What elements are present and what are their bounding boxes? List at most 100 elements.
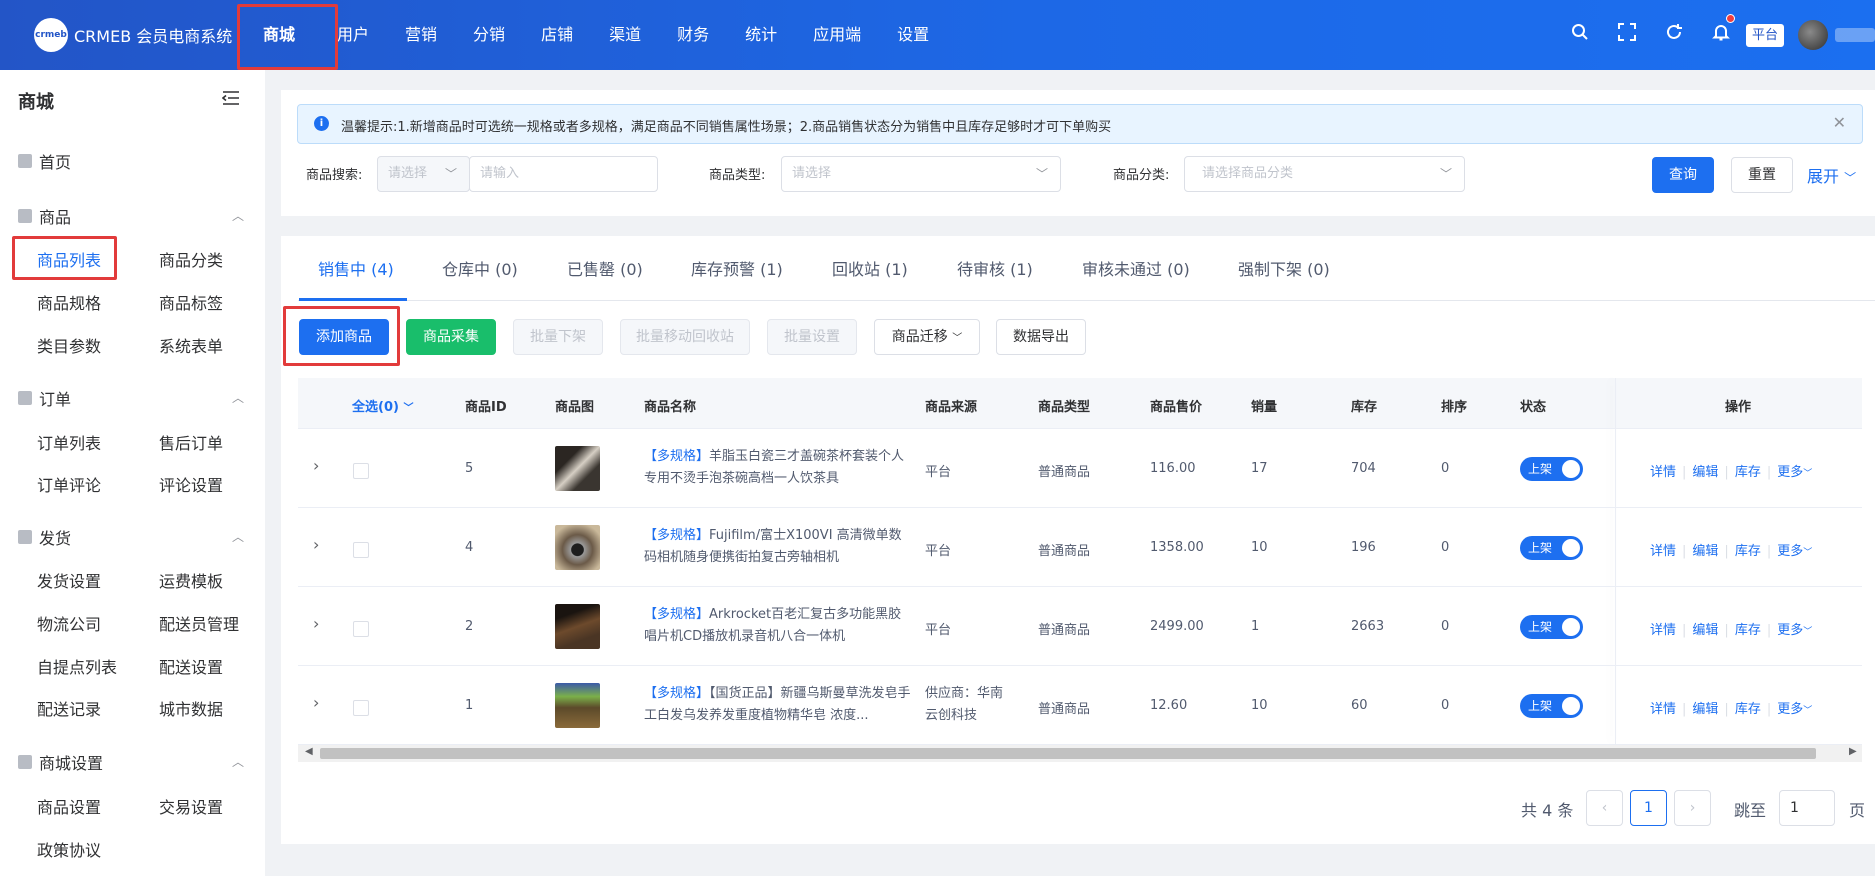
sidebar-item-order-reviews[interactable]: 订单评论 (37, 472, 101, 496)
reset-button[interactable]: 重置 (1731, 157, 1793, 193)
category-select[interactable]: 请选择商品分类 ﹀ (1184, 156, 1465, 192)
more-dropdown[interactable]: 更多﹀ (1777, 623, 1812, 638)
sidebar-item-goods-settings[interactable]: 商品设置 (37, 794, 101, 818)
sidebar-item-order-list[interactable]: 订单列表 (37, 430, 101, 454)
row-checkbox[interactable] (353, 542, 369, 558)
nav-item-settings[interactable]: 设置 (879, 0, 947, 70)
nav-item-mall[interactable]: 商城 (239, 0, 319, 70)
next-page-button[interactable]: › (1674, 790, 1711, 826)
tab-review-rejected[interactable]: 审核未通过 (0) (1082, 256, 1190, 280)
sidebar-item-review-settings[interactable]: 评论设置 (159, 472, 223, 496)
sidebar-item-logistics[interactable]: 物流公司 (37, 611, 101, 635)
nav-item-finance[interactable]: 财务 (659, 0, 727, 70)
cell-product-name[interactable]: 【多规格】Fujifilm/富士X100VI 高清微单数码相机随身便携街拍复古旁… (644, 525, 914, 569)
cell-product-name[interactable]: 【多规格】羊脂玉白瓷三才盖碗茶杯套装个人专用不烫手泡茶碗高档一人饮茶具 (644, 446, 914, 490)
detail-link[interactable]: 详情 (1650, 465, 1676, 480)
sidebar-group-orders[interactable]: 订单 (18, 386, 71, 410)
page-1-button[interactable]: 1 (1630, 790, 1667, 826)
scrollbar-thumb[interactable] (320, 748, 1816, 759)
tab-on-sale[interactable]: 销售中 (4) (318, 256, 394, 280)
close-icon[interactable]: ✕ (1833, 113, 1846, 132)
sidebar-item-delivery-settings[interactable]: 配送设置 (159, 654, 223, 678)
nav-item-user[interactable]: 用户 (319, 0, 387, 70)
search-input[interactable]: 请输入 (469, 156, 658, 192)
status-toggle[interactable]: 上架 (1520, 536, 1583, 560)
sidebar-item-goods-category[interactable]: 商品分类 (159, 247, 223, 271)
tab-sold-out[interactable]: 已售罄 (0) (567, 256, 643, 280)
sidebar-group-shipping[interactable]: 发货 (18, 525, 71, 549)
tab-forced-offline[interactable]: 强制下架 (0) (1238, 256, 1330, 280)
nav-item-distribution[interactable]: 分销 (455, 0, 523, 70)
sidebar-item-pickup-points[interactable]: 自提点列表 (37, 654, 117, 678)
sidebar-item-system-form[interactable]: 系统表单 (159, 333, 223, 357)
sidebar-item-after-sale[interactable]: 售后订单 (159, 430, 223, 454)
sidebar-item-goods-list[interactable]: 商品列表 (37, 247, 101, 271)
nav-item-stats[interactable]: 统计 (727, 0, 795, 70)
chevron-right-icon[interactable]: › (313, 614, 319, 633)
search-type-select[interactable]: 请选择 ﹀ (377, 156, 470, 192)
stock-link[interactable]: 库存 (1735, 623, 1761, 638)
cell-product-name[interactable]: 【多规格】Arkrocket百老汇复古多功能黑胶唱片机CD播放机录音机八合一体机 (644, 604, 914, 648)
sidebar-item-city-data[interactable]: 城市数据 (159, 696, 223, 720)
sidebar-item-delivery-records[interactable]: 配送记录 (37, 696, 101, 720)
batch-settings-button[interactable]: 批量设置 (767, 319, 857, 355)
batch-offline-button[interactable]: 批量下架 (513, 319, 603, 355)
scroll-left-arrow-icon[interactable]: ◀ (305, 746, 313, 757)
fullscreen-icon[interactable] (1615, 23, 1639, 47)
chevron-up-icon[interactable]: ︿ (232, 528, 244, 545)
product-thumbnail[interactable] (555, 525, 600, 570)
edit-link[interactable]: 编辑 (1692, 623, 1718, 638)
status-toggle[interactable]: 上架 (1520, 615, 1583, 639)
chevron-right-icon[interactable]: › (313, 535, 319, 554)
export-data-button[interactable]: 数据导出 (996, 319, 1086, 355)
row-checkbox[interactable] (353, 621, 369, 637)
stock-link[interactable]: 库存 (1735, 702, 1761, 717)
nav-item-store[interactable]: 店铺 (523, 0, 591, 70)
nav-item-channel[interactable]: 渠道 (591, 0, 659, 70)
chevron-right-icon[interactable]: › (313, 456, 319, 475)
sidebar-item-policy[interactable]: 政策协议 (37, 837, 101, 861)
bell-icon[interactable] (1709, 23, 1733, 47)
avatar[interactable] (1798, 20, 1828, 50)
collect-goods-button[interactable]: 商品采集 (406, 319, 496, 355)
sidebar-item-home[interactable]: 首页 (18, 149, 71, 173)
more-dropdown[interactable]: 更多﹀ (1777, 702, 1812, 717)
select-all-dropdown[interactable]: 全选(0) ﹀ (352, 396, 413, 415)
stock-link[interactable]: 库存 (1735, 465, 1761, 480)
sidebar-item-trade-settings[interactable]: 交易设置 (159, 794, 223, 818)
chevron-up-icon[interactable]: ︿ (232, 753, 244, 770)
cell-product-name[interactable]: 【多规格】【国货正品】新疆乌斯曼草洗发皂手工白发乌发养发重度植物精华皂 浓度..… (644, 683, 914, 727)
sidebar-item-category-params[interactable]: 类目参数 (37, 333, 101, 357)
tab-recycle-bin[interactable]: 回收站 (1) (832, 256, 908, 280)
tab-warehouse[interactable]: 仓库中 (0) (442, 256, 518, 280)
nav-item-marketing[interactable]: 营销 (387, 0, 455, 70)
type-select[interactable]: 请选择 ﹀ (781, 156, 1061, 192)
more-dropdown[interactable]: 更多﹀ (1777, 465, 1812, 480)
chevron-up-icon[interactable]: ︿ (232, 207, 244, 224)
tab-stock-warning[interactable]: 库存预警 (1) (691, 256, 783, 280)
sidebar-item-shipping-settings[interactable]: 发货设置 (37, 568, 101, 592)
prev-page-button[interactable]: ‹ (1586, 790, 1623, 826)
migrate-goods-dropdown[interactable]: 商品迁移 ﹀ (874, 319, 980, 355)
menu-collapse-icon[interactable] (221, 90, 240, 111)
expand-filters-button[interactable]: 展开 ﹀ (1807, 163, 1856, 187)
row-checkbox[interactable] (353, 700, 369, 716)
tab-pending-review[interactable]: 待审核 (1) (957, 256, 1033, 280)
row-checkbox[interactable] (353, 463, 369, 479)
sidebar-group-mall-settings[interactable]: 商城设置 (18, 750, 103, 774)
detail-link[interactable]: 详情 (1650, 702, 1676, 717)
sidebar-item-goods-tag[interactable]: 商品标签 (159, 290, 223, 314)
product-thumbnail[interactable] (555, 604, 600, 649)
chevron-right-icon[interactable]: › (313, 693, 319, 712)
jump-page-input[interactable]: 1 (1779, 790, 1835, 826)
edit-link[interactable]: 编辑 (1692, 544, 1718, 559)
status-toggle[interactable]: 上架 (1520, 457, 1583, 481)
search-icon[interactable] (1568, 23, 1592, 47)
sidebar-item-courier-mgmt[interactable]: 配送员管理 (159, 611, 239, 635)
scroll-right-arrow-icon[interactable]: ▶ (1849, 746, 1857, 757)
stock-link[interactable]: 库存 (1735, 544, 1761, 559)
chevron-up-icon[interactable]: ︿ (232, 389, 244, 406)
sidebar-group-goods[interactable]: 商品 (18, 204, 71, 228)
refresh-icon[interactable] (1662, 23, 1686, 47)
sidebar-item-goods-spec[interactable]: 商品规格 (37, 290, 101, 314)
